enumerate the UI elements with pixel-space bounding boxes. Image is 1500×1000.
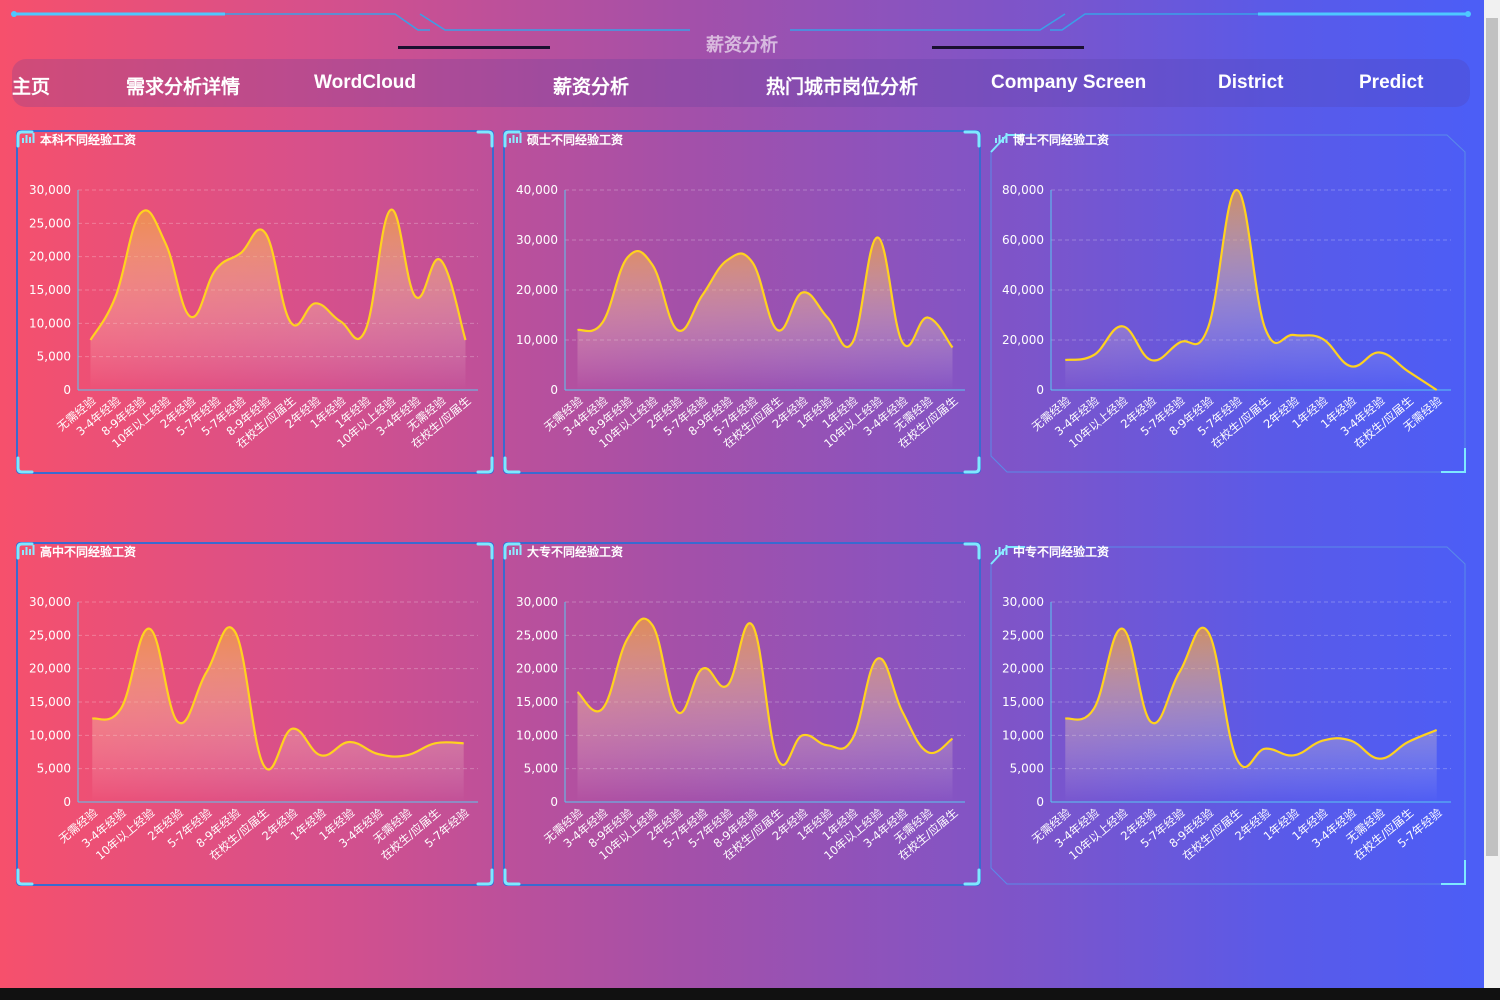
y-tick-label: 25,000 — [29, 628, 71, 642]
nav-item-home[interactable]: 主页 — [12, 72, 50, 99]
y-tick-label: 20,000 — [1002, 662, 1044, 676]
bar-chart-icon — [22, 133, 35, 143]
y-tick-label: 40,000 — [1002, 283, 1044, 297]
bar-chart-icon — [995, 545, 1008, 555]
title-underline-right — [932, 46, 1084, 49]
y-tick-label: 20,000 — [29, 662, 71, 676]
series-area — [92, 627, 464, 802]
y-tick-label: 5,000 — [37, 762, 71, 776]
top-nav: 主页 需求分析详情 WordCloud 薪资分析 热门城市岗位分析 Compan… — [12, 59, 1470, 107]
panel-title: 大专不同经验工资 — [527, 545, 624, 559]
y-tick-label: 60,000 — [1002, 233, 1044, 247]
nav-item-company-screen[interactable]: Company Screen — [991, 72, 1146, 94]
y-tick-label: 10,000 — [516, 728, 558, 742]
y-tick-label: 10,000 — [29, 728, 71, 742]
panel-title: 博士不同经验工资 — [1013, 133, 1110, 147]
y-tick-label: 30,000 — [516, 595, 558, 609]
nav-item-demand-detail[interactable]: 需求分析详情 — [126, 72, 240, 99]
series-area — [90, 209, 466, 390]
nav-item-district[interactable]: District — [1218, 72, 1283, 94]
salary-chart: 010,00020,00030,00040,000无需经验3-4年经验8-9年经… — [516, 183, 965, 451]
y-tick-label: 25,000 — [516, 628, 558, 642]
y-tick-label: 40,000 — [516, 183, 558, 197]
y-tick-label: 15,000 — [29, 283, 71, 297]
y-tick-label: 25,000 — [1002, 628, 1044, 642]
chart-panel-master: 硕士不同经验工资 0 10,000 20,000 30,000 40,000 无需经验 3-… — [503, 130, 981, 474]
bar-chart-icon — [22, 545, 35, 555]
series-area — [577, 237, 953, 390]
frame-corner — [476, 130, 494, 148]
scrollbar-thumb[interactable] — [1486, 18, 1498, 856]
salary-chart: 05,00010,00015,00020,00025,00030,000无需经验… — [516, 595, 965, 863]
panel-title: 高中不同经验工资 — [40, 545, 137, 559]
y-tick-label: 10,000 — [29, 316, 71, 330]
y-tick-label: 0 — [550, 383, 558, 397]
salary-chart: 05,00010,00015,00020,00025,00030,000无需经验… — [1002, 595, 1451, 863]
y-tick-label: 30,000 — [29, 595, 71, 609]
frame-corner — [963, 542, 981, 560]
vertical-scrollbar[interactable] — [1484, 0, 1500, 988]
y-tick-label: 0 — [63, 383, 71, 397]
y-tick-label: 15,000 — [29, 695, 71, 709]
nav-item-wordcloud[interactable]: WordCloud — [314, 72, 416, 94]
y-tick-label: 30,000 — [516, 233, 558, 247]
y-tick-label: 10,000 — [1002, 728, 1044, 742]
y-tick-label: 30,000 — [1002, 595, 1044, 609]
y-tick-label: 0 — [63, 795, 71, 809]
y-tick-label: 15,000 — [516, 695, 558, 709]
bottom-bar — [0, 988, 1500, 1000]
chart-panel-technical-school: 中专不同经验工资 0 5,000 10,000 15,000 20,000 25,000 3… — [989, 542, 1467, 886]
nav-item-hot-city-jobs[interactable]: 热门城市岗位分析 — [766, 72, 918, 99]
panel-title: 本科不同经验工资 — [40, 133, 137, 147]
y-tick-label: 5,000 — [1010, 762, 1044, 776]
y-tick-label: 15,000 — [1002, 695, 1044, 709]
chart-panel-bachelor: 本科不同经验工资 0 5,000 10,000 15,000 20,000 25,000 3… — [16, 130, 494, 474]
salary-chart: 020,00040,00060,00080,000无需经验3-4年经验10年以上… — [1002, 183, 1451, 451]
bar-chart-icon — [509, 545, 522, 555]
salary-analysis-page: 薪资分析 主页 需求分析详情 WordCloud 薪资分析 热门城市岗位分析 C… — [0, 0, 1484, 988]
frame-corner — [476, 542, 494, 560]
y-tick-label: 20,000 — [516, 662, 558, 676]
bar-chart-icon — [995, 133, 1008, 143]
series-area — [1065, 627, 1437, 802]
panel-title: 硕士不同经验工资 — [527, 133, 624, 147]
chart-panel-junior-college: 大专不同经验工资 0 5,000 10,000 15,000 20,000 25,000 3… — [503, 542, 981, 886]
y-tick-label: 80,000 — [1002, 183, 1044, 197]
y-tick-label: 10,000 — [516, 333, 558, 347]
chart-panel-high-school: 高中不同经验工资 0 5,000 10,000 15,000 20,000 25,000 3… — [16, 542, 494, 886]
salary-chart: 05,00010,00015,00020,00025,00030,000无需经验… — [29, 595, 478, 863]
y-tick-label: 0 — [1036, 383, 1044, 397]
y-tick-label: 0 — [550, 795, 558, 809]
y-tick-label: 20,000 — [516, 283, 558, 297]
frame-corner — [963, 130, 981, 148]
y-tick-label: 0 — [1036, 795, 1044, 809]
y-tick-label: 30,000 — [29, 183, 71, 197]
page-title: 薪资分析 — [706, 35, 778, 56]
bar-chart-icon — [509, 133, 522, 143]
nav-item-predict[interactable]: Predict — [1359, 72, 1423, 94]
series-area — [577, 618, 953, 802]
y-tick-label: 25,000 — [29, 216, 71, 230]
y-tick-label: 20,000 — [1002, 333, 1044, 347]
y-tick-label: 5,000 — [524, 762, 558, 776]
y-tick-label: 5,000 — [37, 350, 71, 364]
y-tick-label: 20,000 — [29, 250, 71, 264]
panel-title: 中专不同经验工资 — [1013, 545, 1110, 559]
salary-chart: 05,00010,00015,00020,00025,00030,000无需经验… — [29, 183, 478, 451]
nav-item-salary-analysis[interactable]: 薪资分析 — [553, 72, 629, 99]
chart-panel-phd: 博士不同经验工资 0 20,000 40,000 60,000 80,000 无需经验 3-… — [989, 130, 1467, 474]
